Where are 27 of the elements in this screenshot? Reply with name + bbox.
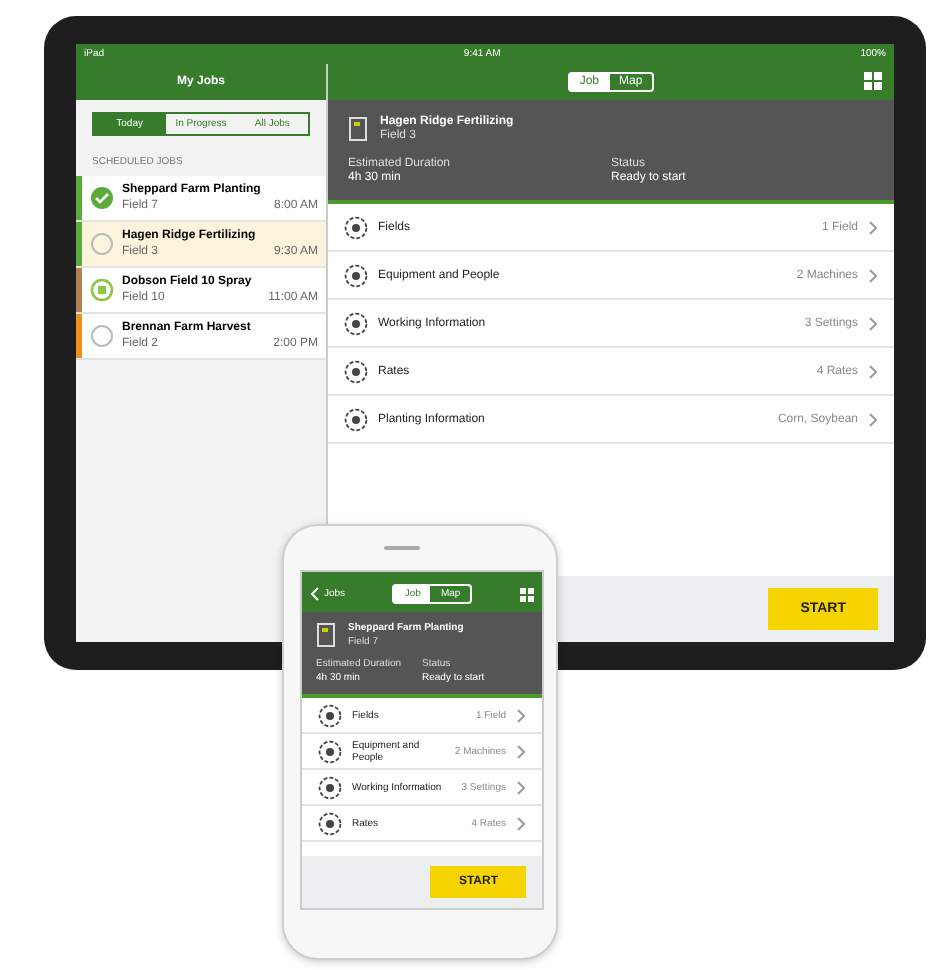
back-chevron-icon [310, 586, 320, 602]
dashed-circle-icon [344, 311, 368, 335]
grid-icon [519, 587, 534, 601]
chevron-icon [868, 315, 878, 331]
dashed-circle-icon [344, 407, 368, 431]
dashed-circle-icon [344, 263, 368, 287]
dashed-circle-icon [318, 775, 342, 799]
dashed-circle-icon [344, 215, 368, 239]
grid-icon [864, 72, 882, 90]
dashed-circle-icon [318, 739, 342, 763]
progress-circle-icon [90, 278, 114, 302]
chevron-icon [516, 815, 526, 831]
chevron-icon [516, 779, 526, 795]
chevron-icon [868, 411, 878, 427]
dashed-circle-icon [344, 359, 368, 383]
chevron-icon [516, 707, 526, 723]
dashed-circle-icon [318, 811, 342, 835]
chevron-icon [868, 267, 878, 283]
chevron-icon [516, 743, 526, 759]
empty-circle-icon [90, 232, 114, 256]
chevron-icon [868, 219, 878, 235]
document-icon [316, 622, 336, 648]
document-icon [348, 116, 368, 142]
dashed-circle-icon [318, 703, 342, 727]
chevron-icon [868, 363, 878, 379]
check-circle-icon [90, 186, 114, 210]
empty-circle-icon [90, 324, 114, 348]
